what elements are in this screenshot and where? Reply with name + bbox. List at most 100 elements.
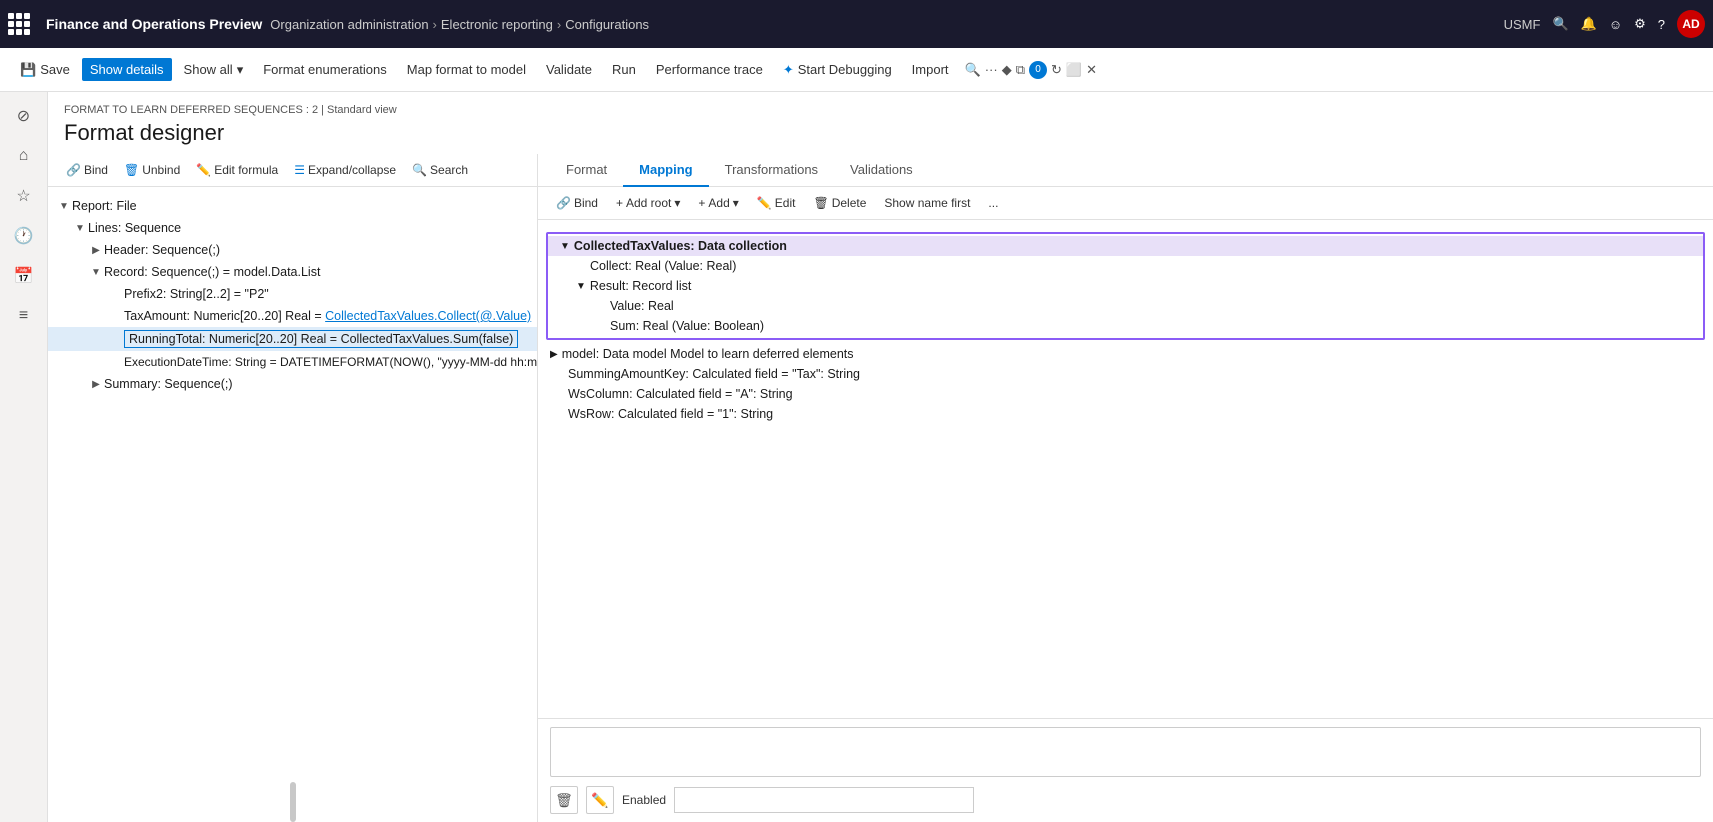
app-grid-icon[interactable] bbox=[8, 13, 30, 35]
tab-transformations[interactable]: Transformations bbox=[709, 154, 834, 187]
cmd-refresh-icon[interactable]: ↻ bbox=[1051, 62, 1062, 78]
right-bind-button[interactable]: 🔗 Bind bbox=[550, 193, 604, 213]
tree-node-summary[interactable]: ▶ Summary: Sequence(;) bbox=[48, 373, 537, 395]
formula-input[interactable] bbox=[550, 727, 1701, 777]
tree-node-lines[interactable]: ▼ Lines: Sequence bbox=[48, 217, 537, 239]
show-all-button[interactable]: Show all ▾ bbox=[176, 58, 252, 82]
top-nav-icons: USMF 🔍 🔔 ☺ ⚙ ? AD bbox=[1504, 10, 1705, 38]
ds-node-model[interactable]: ▶ model: Data model Model to learn defer… bbox=[538, 344, 1713, 364]
toggle-prefix2[interactable] bbox=[108, 286, 124, 302]
start-debugging-button[interactable]: ✦ Start Debugging bbox=[775, 58, 900, 82]
right-toolbar: 🔗 Bind + Add root ▾ + Add ▾ ✏️ bbox=[538, 187, 1713, 220]
help-icon[interactable]: ? bbox=[1658, 17, 1665, 32]
command-bar: 💾 Save Show details Show all ▾ Format en… bbox=[0, 48, 1713, 92]
add-root-button[interactable]: + Add root ▾ bbox=[610, 193, 686, 213]
breadcrumb-config[interactable]: Configurations bbox=[565, 17, 649, 32]
cmd-maximize-icon[interactable]: ⬜ bbox=[1066, 62, 1082, 78]
toggle-lines[interactable]: ▼ bbox=[72, 220, 88, 236]
toggle-summary[interactable]: ▶ bbox=[88, 376, 104, 392]
breadcrumb-chevron-2: › bbox=[557, 17, 561, 32]
save-button[interactable]: 💾 Save bbox=[12, 58, 78, 82]
tree-node-prefix2[interactable]: Prefix2: String[2..2] = "P2" bbox=[48, 283, 537, 305]
expand-collapse-button[interactable]: ☰ Expand/collapse bbox=[288, 160, 402, 180]
designer-area: 🔗 Bind 🗑 Unbind ✏️ Edit formula ☰ Expand… bbox=[48, 154, 1713, 822]
sidebar-filter-icon[interactable]: ⊘ bbox=[8, 100, 40, 132]
toggle-execution[interactable] bbox=[108, 354, 124, 370]
cmd-more-icon[interactable]: ··· bbox=[985, 62, 998, 77]
ds-node-value[interactable]: Value: Real bbox=[548, 296, 1703, 316]
show-name-first-button[interactable]: Show name first bbox=[878, 193, 976, 213]
page-title: Format designer bbox=[64, 120, 1697, 146]
cmd-close-icon[interactable]: ✕ bbox=[1086, 62, 1097, 78]
unbind-button[interactable]: 🗑 Unbind bbox=[118, 160, 186, 180]
right-delete-button[interactable]: 🗑 Delete bbox=[807, 193, 872, 213]
bell-icon[interactable]: 🔔 bbox=[1581, 16, 1597, 32]
toggle-header[interactable]: ▶ bbox=[88, 242, 104, 258]
bind-button[interactable]: 🔗 Bind bbox=[60, 160, 114, 180]
right-tabs: Format Mapping Transformations Validatio… bbox=[538, 154, 1713, 187]
tree-node-header[interactable]: ▶ Header: Sequence(;) bbox=[48, 239, 537, 261]
cmd-search-icon[interactable]: 🔍 bbox=[965, 62, 981, 78]
right-edit-button[interactable]: ✏️ Edit bbox=[751, 193, 802, 213]
tree-node-record[interactable]: ▼ Record: Sequence(;) = model.Data.List bbox=[48, 261, 537, 283]
breadcrumb-er[interactable]: Electronic reporting bbox=[441, 17, 553, 32]
ds-node-result[interactable]: ▼ Result: Record list bbox=[548, 276, 1703, 296]
show-details-button[interactable]: Show details bbox=[82, 58, 172, 81]
tab-mapping[interactable]: Mapping bbox=[623, 154, 708, 187]
resize-handle[interactable] bbox=[290, 782, 296, 822]
search-icon[interactable]: 🔍 bbox=[1552, 16, 1568, 32]
breadcrumb-org[interactable]: Organization administration bbox=[270, 17, 428, 32]
toggle-taxamount[interactable] bbox=[108, 308, 124, 324]
formula-delete-button[interactable]: 🗑 bbox=[550, 786, 578, 814]
import-button[interactable]: Import bbox=[904, 58, 957, 81]
smiley-icon[interactable]: ☺ bbox=[1609, 17, 1622, 32]
page-breadcrumb: FORMAT TO LEARN DEFERRED SEQUENCES : 2 |… bbox=[64, 104, 1697, 116]
cmd-copy-icon[interactable]: ⧉ bbox=[1016, 62, 1025, 78]
search-icon: 🔍 bbox=[412, 163, 427, 177]
tab-validations[interactable]: Validations bbox=[834, 154, 929, 187]
tree-node-execution[interactable]: ExecutionDateTime: String = DATETIMEFORM… bbox=[48, 351, 537, 373]
ds-node-collected[interactable]: ▼ CollectedTaxValues: Data collection bbox=[548, 236, 1703, 256]
edit-formula-button[interactable]: ✏️ Edit formula bbox=[190, 160, 284, 180]
ds-node-summingkey[interactable]: SummingAmountKey: Calculated field = "Ta… bbox=[538, 364, 1713, 384]
tree-node-runningtotal[interactable]: RunningTotal: Numeric[20..20] Real = Col… bbox=[48, 327, 537, 351]
toggle-result[interactable]: ▼ bbox=[576, 281, 586, 292]
right-panel: Format Mapping Transformations Validatio… bbox=[538, 154, 1713, 822]
format-enumerations-button[interactable]: Format enumerations bbox=[255, 58, 395, 81]
formula-area: 🗑 ✏️ Enabled bbox=[538, 718, 1713, 822]
collected-tax-values-group: ▼ CollectedTaxValues: Data collection Co… bbox=[546, 232, 1705, 340]
cmd-diamond-icon[interactable]: ◆ bbox=[1002, 62, 1012, 78]
add-button[interactable]: + Add ▾ bbox=[692, 193, 744, 213]
add-root-chevron-icon: ▾ bbox=[674, 196, 680, 210]
region-label: USMF bbox=[1504, 17, 1541, 32]
formula-edit-button[interactable]: ✏️ bbox=[586, 786, 614, 814]
ds-node-collect[interactable]: Collect: Real (Value: Real) bbox=[548, 256, 1703, 276]
toggle-report[interactable]: ▼ bbox=[56, 198, 72, 214]
sidebar-clock-icon[interactable]: 🕐 bbox=[8, 220, 40, 252]
enabled-input[interactable] bbox=[674, 787, 974, 813]
ds-node-sum[interactable]: Sum: Real (Value: Boolean) bbox=[548, 316, 1703, 336]
sidebar-star-icon[interactable]: ☆ bbox=[8, 180, 40, 212]
gear-icon[interactable]: ⚙ bbox=[1634, 16, 1646, 32]
toggle-collected[interactable]: ▼ bbox=[560, 241, 570, 252]
toggle-runningtotal[interactable] bbox=[108, 331, 124, 347]
tab-format[interactable]: Format bbox=[550, 154, 623, 187]
right-edit-icon: ✏️ bbox=[757, 196, 772, 210]
sidebar-calendar-icon[interactable]: 📅 bbox=[8, 260, 40, 292]
performance-trace-button[interactable]: Performance trace bbox=[648, 58, 771, 81]
run-button[interactable]: Run bbox=[604, 58, 644, 81]
tree-node-taxamount[interactable]: TaxAmount: Numeric[20..20] Real = Collec… bbox=[48, 305, 537, 327]
map-format-button[interactable]: Map format to model bbox=[399, 58, 534, 81]
sidebar-list-icon[interactable]: ≡ bbox=[8, 300, 40, 332]
user-avatar[interactable]: AD bbox=[1677, 10, 1705, 38]
more-button[interactable]: ... bbox=[982, 193, 1004, 213]
validate-button[interactable]: Validate bbox=[538, 58, 600, 81]
toggle-record[interactable]: ▼ bbox=[88, 264, 104, 280]
tree-node-report[interactable]: ▼ Report: File bbox=[48, 195, 537, 217]
ds-node-wscolumn[interactable]: WsColumn: Calculated field = "A": String bbox=[538, 384, 1713, 404]
sidebar-home-icon[interactable]: ⌂ bbox=[8, 140, 40, 172]
search-button[interactable]: 🔍 Search bbox=[406, 160, 474, 180]
ds-node-wsrow[interactable]: WsRow: Calculated field = "1": String bbox=[538, 404, 1713, 424]
debug-icon: ✦ bbox=[783, 62, 794, 78]
toggle-model[interactable]: ▶ bbox=[550, 349, 558, 360]
